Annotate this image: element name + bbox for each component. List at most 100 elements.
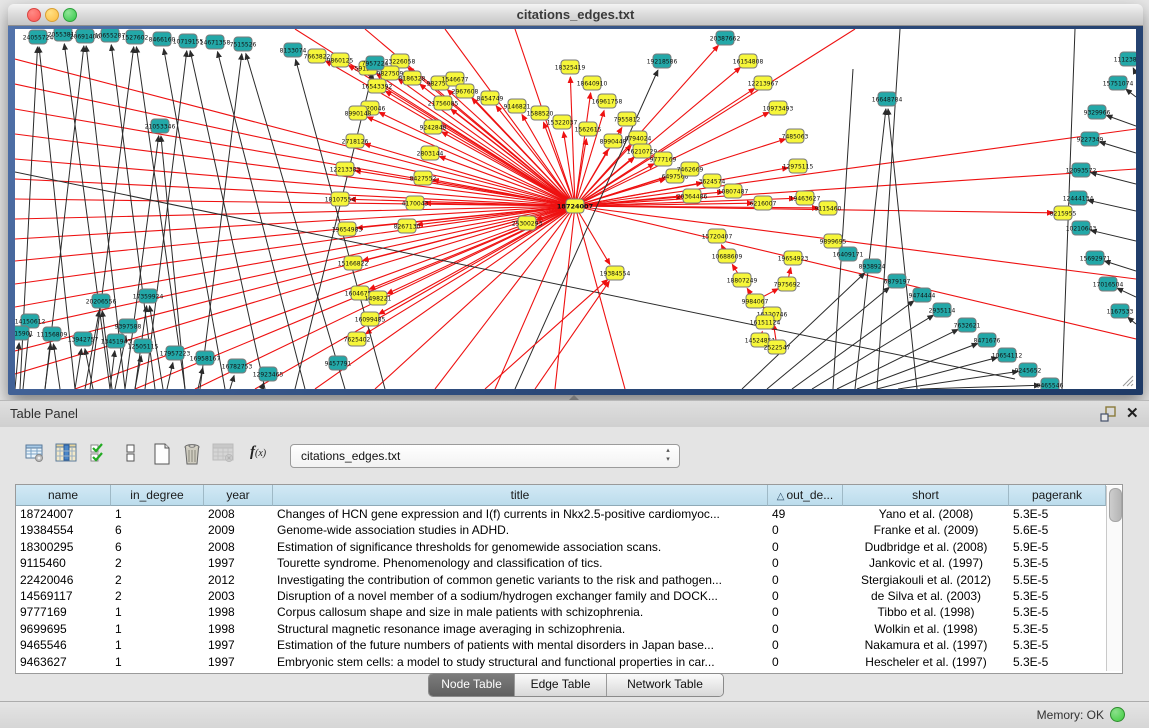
graph-node[interactable]: 1588520 <box>527 106 554 120</box>
table-row[interactable]: 1456911722003Disruption of a novel membe… <box>16 588 1106 604</box>
graph-node[interactable]: 7515526 <box>230 37 257 51</box>
graph-node[interactable]: 12444134 <box>1063 191 1094 205</box>
graph-node[interactable]: 9457791 <box>325 356 352 370</box>
graph-node[interactable]: 15692971 <box>1080 251 1111 265</box>
graph-node[interactable]: 16961758 <box>592 94 623 108</box>
network-view[interactable]: 2405572420553812206914061065528715276028… <box>15 29 1136 389</box>
window-titlebar[interactable]: citations_edges.txt <box>8 4 1143 26</box>
graph-node[interactable]: 19463627 <box>790 191 821 205</box>
graph-node[interactable]: 12975115 <box>783 159 814 173</box>
graph-node[interactable]: 9397588 <box>115 319 142 333</box>
graph-node[interactable]: 16648784 <box>872 92 903 106</box>
graph-node[interactable]: 9329966 <box>1084 105 1111 119</box>
table-scrollbar[interactable] <box>1106 486 1122 671</box>
graph-node[interactable]: 11123854 <box>1114 52 1136 66</box>
graph-node[interactable]: 9860125 <box>327 53 354 67</box>
graph-node[interactable]: 8133074 <box>280 43 307 57</box>
graph-node[interactable]: 2718126 <box>342 134 369 148</box>
resize-grip-icon[interactable] <box>1118 371 1134 387</box>
show-columns-icon[interactable] <box>55 443 77 463</box>
graph-node[interactable]: 6794024 <box>625 131 652 145</box>
column-header-pagerank[interactable]: pagerank <box>1009 485 1106 506</box>
graph-node[interactable]: 8938924 <box>859 259 886 273</box>
delete-columns-icon[interactable] <box>182 443 202 465</box>
graph-node[interactable]: 19218586 <box>647 54 678 68</box>
graph-node[interactable]: 7975692 <box>774 277 801 291</box>
graph-node[interactable]: 9115460 <box>815 201 842 215</box>
table-row[interactable]: 977716911998Corpus callosum shape and si… <box>16 604 1106 620</box>
graph-node[interactable]: 7955812 <box>614 112 641 126</box>
scrollbar-thumb[interactable] <box>1109 488 1122 522</box>
table-row[interactable]: 1872400712008Changes of HCN gene express… <box>16 506 1106 522</box>
tab-network-table[interactable]: Network Table <box>607 674 723 696</box>
graph-node[interactable]: 9777169 <box>650 152 677 166</box>
column-header-short[interactable]: short <box>843 485 1009 506</box>
graph-node[interactable]: 21053346 <box>145 119 176 133</box>
graph-node[interactable]: 19654983 <box>332 222 363 236</box>
table-row[interactable]: 2242004622012Investigating the contribut… <box>16 572 1106 588</box>
table-row[interactable]: 911546021997Tourette syndrome. Phenomeno… <box>16 555 1106 571</box>
graph-node[interactable]: 15720407 <box>702 229 733 243</box>
graph-node[interactable]: 20387662 <box>710 31 741 45</box>
graph-node[interactable]: 10688609 <box>712 249 743 263</box>
graph-node[interactable]: 7462669 <box>677 162 704 176</box>
table-row[interactable]: 946362711997Embryonic stem cells: a mode… <box>16 654 1106 670</box>
graph-node[interactable]: 16154808 <box>733 54 764 68</box>
column-header-title[interactable]: title <box>273 485 768 506</box>
graph-node[interactable]: 16782753 <box>222 359 253 373</box>
network-canvas[interactable]: 2405572420553812206914061065528715276028… <box>15 29 1136 389</box>
new-table-icon[interactable] <box>152 443 172 465</box>
row-height-icon[interactable] <box>125 443 137 463</box>
graph-node[interactable]: 1527602 <box>122 30 149 44</box>
graph-node[interactable]: 8215955 <box>1050 206 1077 220</box>
close-panel-icon[interactable]: ✕ <box>1126 404 1139 422</box>
column-header-in_degree[interactable]: in_degree <box>111 485 204 506</box>
graph-node[interactable]: 9465546 <box>1037 378 1064 389</box>
column-header-out_de[interactable]: △out_de... <box>768 485 843 506</box>
graph-node[interactable]: 7632621 <box>954 318 981 332</box>
graph-node[interactable]: 7625402 <box>344 332 371 346</box>
graph-node[interactable]: 4170043 <box>402 196 429 210</box>
graph-node[interactable]: 21756085 <box>428 96 459 110</box>
graph-node[interactable]: 18640910 <box>577 76 608 90</box>
graph-node[interactable]: 9245652 <box>1015 363 1042 377</box>
column-header-year[interactable]: year <box>204 485 273 506</box>
graph-node[interactable]: 10210643 <box>1066 221 1097 235</box>
graph-node[interactable]: 15751074 <box>1103 76 1134 90</box>
graph-node[interactable]: 16409171 <box>833 247 864 261</box>
graph-node[interactable]: 14671358 <box>200 35 231 49</box>
graph-node[interactable]: 16958167 <box>190 351 221 365</box>
graph-node[interactable]: 12505115 <box>128 339 159 353</box>
table-row[interactable]: 969969511998Structural magnetic resonanc… <box>16 621 1106 637</box>
graph-node[interactable]: 12923465 <box>253 367 284 381</box>
graph-node[interactable]: 1167533 <box>1107 304 1134 318</box>
graph-node[interactable]: 17359924 <box>133 289 164 303</box>
select-columns-icon[interactable] <box>90 443 108 463</box>
function-builder-icon[interactable]: f(x) <box>250 444 266 461</box>
graph-node[interactable]: 7485063 <box>782 129 809 143</box>
graph-node[interactable]: 20206556 <box>86 294 117 308</box>
table-row[interactable]: 946554611997Estimation of the future num… <box>16 637 1106 653</box>
tab-edge-table[interactable]: Edge Table <box>515 674 607 696</box>
graph-node[interactable]: 13942757 <box>68 332 99 346</box>
graph-node[interactable]: 15166822 <box>338 256 369 270</box>
table-settings-icon[interactable] <box>25 443 45 463</box>
graph-node[interactable]: 8186328 <box>399 71 426 85</box>
graph-node[interactable]: 8471676 <box>974 333 1001 347</box>
graph-node[interactable]: 12213967 <box>748 76 779 90</box>
column-header-name[interactable]: name <box>16 485 111 506</box>
graph-node[interactable]: 18807249 <box>727 273 758 287</box>
graph-node[interactable]: 2935114 <box>929 303 956 317</box>
tab-node-table[interactable]: Node Table <box>429 674 515 696</box>
float-window-icon[interactable] <box>1100 406 1117 422</box>
graph-node[interactable]: 19654923 <box>778 251 809 265</box>
graph-node[interactable]: 2967608 <box>452 84 479 98</box>
graph-node[interactable]: 19384554 <box>600 266 631 280</box>
graph-node[interactable]: 10654112 <box>992 348 1023 362</box>
table-row[interactable]: 1830029562008Estimation of significance … <box>16 539 1106 555</box>
table-select-dropdown[interactable]: citations_edges.txt ▴▾ <box>290 444 680 468</box>
graph-node[interactable]: 8990448 <box>600 134 627 148</box>
memory-status-icon[interactable] <box>1110 707 1125 722</box>
graph-node[interactable]: 8466160 <box>149 32 176 46</box>
graph-node[interactable]: 2522547 <box>764 340 791 354</box>
